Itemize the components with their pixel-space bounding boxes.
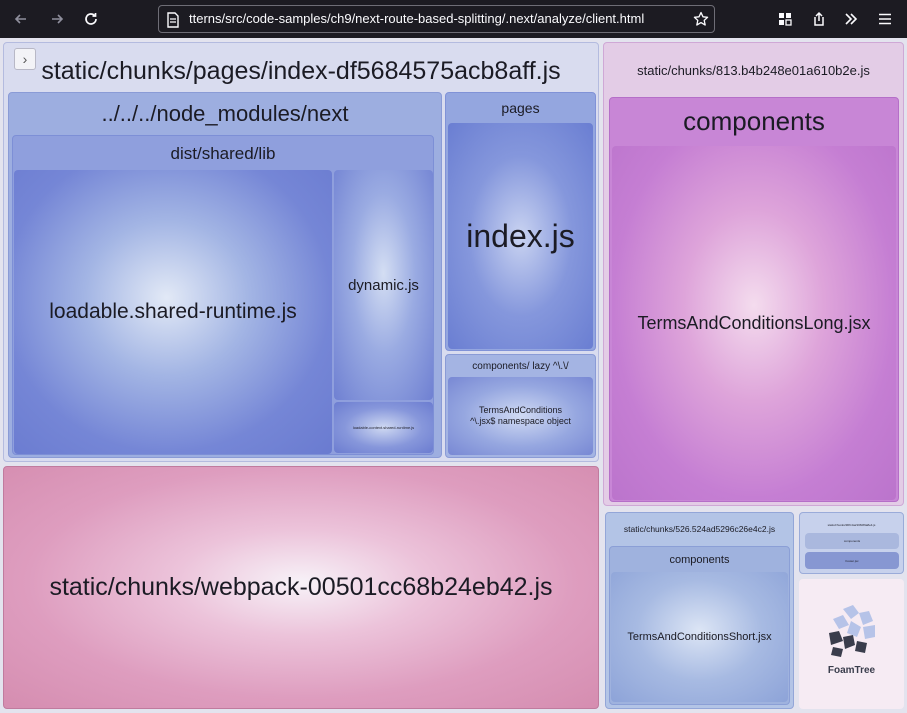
small-chunk-label: static/chunks/966.0a21660f9a8e4.js — [827, 523, 876, 527]
overflow-chevrons-icon[interactable] — [838, 6, 864, 32]
extensions-icon[interactable] — [772, 6, 798, 32]
chunk-813-label: static/chunks/813.b4b248e01a610b2e.js — [637, 63, 870, 78]
url-text[interactable]: tterns/src/code-samples/ch9/next-route-b… — [189, 6, 686, 32]
small-chunk-inner-cell[interactable]: components — [805, 533, 899, 549]
chevron-right-icon: › — [22, 51, 28, 67]
components-lazy-label: components/ lazy ^\.\/ — [472, 361, 569, 372]
components-526-label: components — [669, 554, 730, 566]
small-chunk-leaf-cell[interactable]: Footer.jsx — [805, 552, 899, 569]
terms-long-cell[interactable]: TermsAndConditionsLong.jsx — [612, 146, 896, 500]
terms-short-cell[interactable]: TermsAndConditionsShort.jsx — [611, 572, 788, 702]
terms-short-label: TermsAndConditionsShort.jsx — [627, 631, 772, 643]
node-modules-next-label: ../../../node_modules/next — [101, 101, 349, 126]
bookmark-star-icon[interactable] — [693, 11, 709, 32]
webpack-chunk-label: static/chunks/webpack-00501cc68b24eb42.j… — [49, 573, 553, 601]
back-arrow-icon[interactable] — [8, 6, 34, 32]
document-icon — [166, 12, 180, 33]
small-chunk-cell[interactable]: static/chunks/966.0a21660f9a8e4.js compo… — [799, 512, 904, 574]
sidebar-toggle-button[interactable]: › — [14, 48, 36, 70]
small-chunk-inner-label: components — [843, 539, 861, 543]
treemap-canvas[interactable]: static/chunks/pages/index-df5684575acb8a… — [0, 38, 907, 713]
node-modules-next-cell[interactable]: ../../../node_modules/next dist/shared/l… — [8, 92, 442, 458]
index-chunk-cell[interactable]: static/chunks/pages/index-df5684575acb8a… — [3, 42, 599, 462]
components-813-label: components — [683, 106, 825, 136]
pages-label: pages — [501, 100, 540, 116]
components-526-cell[interactable]: components TermsAndConditionsShort.jsx — [609, 546, 790, 705]
components-813-cell[interactable]: components TermsAndConditionsLong.jsx — [609, 97, 899, 502]
loadable-shared-runtime-label: loadable.shared-runtime.js — [49, 300, 297, 323]
index-js-cell[interactable]: index.js — [448, 123, 593, 349]
namespace-object-cell[interactable]: TermsAndConditions ^\.jsx$ namespace obj… — [448, 377, 593, 455]
reload-icon[interactable] — [78, 6, 104, 32]
components-lazy-cell[interactable]: components/ lazy ^\.\/ TermsAndCondition… — [445, 354, 596, 458]
namespace-object-label: TermsAndConditions ^\.jsx$ namespace obj… — [470, 405, 571, 426]
dist-shared-lib-label: dist/shared/lib — [170, 144, 276, 163]
share-icon[interactable] — [806, 6, 832, 32]
loadable-context-label: loadable-context.shared-runtime.js — [352, 425, 415, 430]
browser-toolbar: tterns/src/code-samples/ch9/next-route-b… — [0, 0, 907, 38]
index-js-label: index.js — [466, 217, 575, 254]
index-chunk-label: static/chunks/pages/index-df5684575acb8a… — [41, 57, 561, 85]
terms-long-label: TermsAndConditionsLong.jsx — [637, 312, 871, 333]
small-chunk-leaf-label: Footer.jsx — [845, 558, 859, 563]
loadable-shared-runtime-cell[interactable]: loadable.shared-runtime.js — [14, 170, 332, 454]
address-bar[interactable]: tterns/src/code-samples/ch9/next-route-b… — [158, 5, 715, 33]
forward-arrow-icon[interactable] — [44, 6, 70, 32]
dynamic-js-cell[interactable]: dynamic.js — [334, 170, 433, 400]
dist-shared-lib-cell[interactable]: dist/shared/lib loadable.shared-runtime.… — [12, 135, 434, 455]
menu-icon[interactable] — [872, 6, 898, 32]
foamtree-logo-icon — [829, 605, 875, 657]
dynamic-js-label: dynamic.js — [348, 276, 419, 294]
pages-cell[interactable]: pages index.js — [445, 92, 596, 351]
foamtree-label: FoamTree — [827, 665, 876, 676]
loadable-context-cell[interactable]: loadable-context.shared-runtime.js — [334, 402, 433, 453]
foamtree-logo-area: FoamTree — [799, 579, 904, 709]
chunk-813-cell[interactable]: static/chunks/813.b4b248e01a610b2e.js co… — [603, 42, 904, 506]
chunk-526-cell[interactable]: static/chunks/526.524ad5296c26e4c2.js co… — [605, 512, 794, 709]
chunk-526-label: static/chunks/526.524ad5296c26e4c2.js — [623, 524, 776, 534]
webpack-chunk-cell[interactable]: static/chunks/webpack-00501cc68b24eb42.j… — [3, 466, 599, 709]
